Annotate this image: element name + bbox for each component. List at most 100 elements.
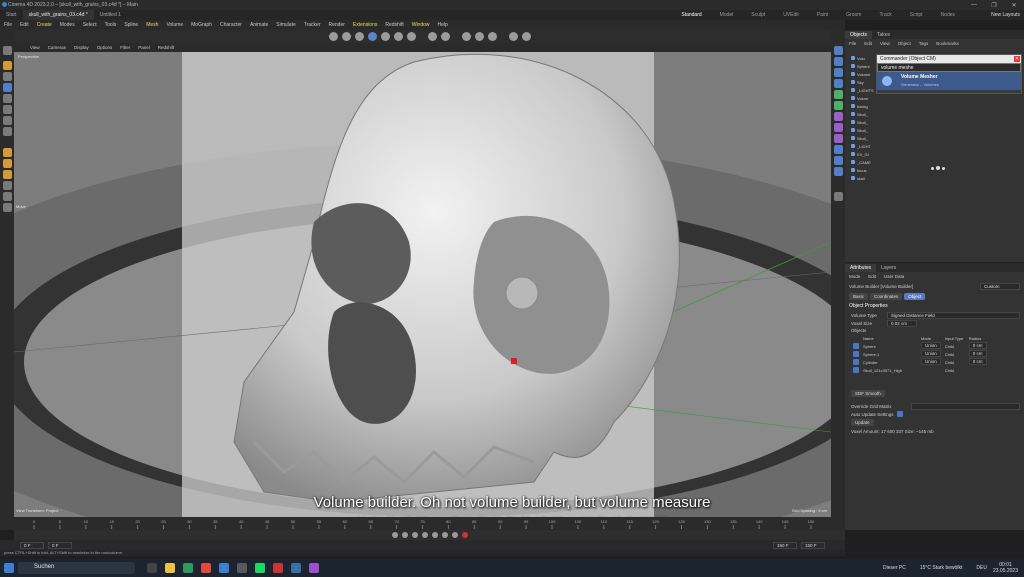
app-icon[interactable] (237, 563, 247, 573)
ipr-icon[interactable] (521, 32, 531, 41)
menu-create[interactable]: Create (33, 22, 56, 28)
tree-item[interactable]: _CAME (845, 160, 875, 168)
tree-item[interactable]: Skull_ (845, 112, 875, 120)
tree-item[interactable]: Sphere (845, 64, 875, 72)
axis-center-icon[interactable] (2, 127, 12, 136)
chrome-icon[interactable] (201, 563, 211, 573)
redo-icon[interactable] (341, 32, 351, 41)
clock[interactable]: 00:01 23.05.2023 (993, 562, 1018, 574)
viewport-menu-filter[interactable]: Filter (116, 45, 134, 50)
commander-result-volume-mesher[interactable]: Volume Mesher Generator – Volumes (877, 72, 1021, 90)
row-checkbox[interactable] (853, 359, 859, 365)
new-layouts-button[interactable]: New Layouts (991, 12, 1020, 18)
row-radius-field[interactable]: 0 cm (968, 342, 987, 349)
tree-item[interactable]: backg (845, 104, 875, 112)
tree-item[interactable]: Volum (845, 96, 875, 104)
tree-item[interactable]: Skull_ (845, 136, 875, 144)
object-mode-icon[interactable] (367, 32, 377, 41)
bend-icon[interactable] (833, 112, 843, 121)
go-to-end-icon[interactable] (451, 532, 458, 538)
attributes-menu-mode[interactable]: Mode (845, 274, 864, 279)
render-queue-icon[interactable] (487, 32, 497, 41)
menu-select[interactable]: Select (79, 22, 101, 28)
table-row[interactable]: Sphere.1 Union Child 0 cm (851, 350, 997, 358)
paint-brush-icon[interactable] (833, 192, 843, 201)
model-mode-icon[interactable] (354, 32, 364, 41)
search-icon[interactable] (2, 46, 12, 55)
commander-search-input[interactable]: volume meshe (877, 63, 1021, 72)
subtab-basic[interactable]: Basic (849, 292, 869, 300)
auto-update-checkbox[interactable] (896, 411, 903, 417)
row-checkbox[interactable] (853, 351, 859, 357)
row-radius-field[interactable]: 0 cm (968, 350, 987, 357)
text-icon[interactable] (833, 79, 843, 88)
menu-tools[interactable]: Tools (101, 22, 121, 28)
menu-volume[interactable]: Volume (162, 22, 187, 28)
menu-animate[interactable]: Animate (246, 22, 272, 28)
layout-sculpt[interactable]: Sculpt (742, 10, 774, 20)
tree-item[interactable]: _LIGHTS (845, 88, 875, 96)
record-icon[interactable] (461, 532, 468, 538)
menu-render[interactable]: Render (325, 22, 349, 28)
polygon-pen-icon[interactable] (2, 159, 12, 168)
cloner-icon[interactable] (833, 90, 843, 99)
subtab-object[interactable]: Object (904, 292, 926, 300)
spotify-icon[interactable] (255, 563, 265, 573)
layout-nodes[interactable]: Nodes (932, 10, 964, 20)
prev-key-icon[interactable] (401, 532, 408, 538)
current-frame-field[interactable]: 0 F (20, 541, 44, 549)
menu-modes[interactable]: Modes (56, 22, 79, 28)
cube-icon[interactable] (833, 46, 843, 55)
tree-item[interactable]: Sky (845, 80, 875, 88)
light-icon[interactable] (833, 167, 843, 176)
magnet-icon[interactable] (2, 181, 12, 190)
render-view-icon[interactable] (461, 32, 471, 41)
table-row[interactable]: Sphere Union Child 0 cm (851, 342, 997, 350)
tab-layers[interactable]: Layers (876, 264, 901, 272)
edges-mode-icon[interactable] (393, 32, 403, 41)
tree-item[interactable]: focus (845, 168, 875, 176)
go-to-start-icon[interactable] (391, 532, 398, 538)
attributes-menu-userdata[interactable]: User Data (880, 274, 908, 279)
layout-standard[interactable]: Standard (672, 10, 711, 21)
menu-simulate[interactable]: Simulate (272, 22, 299, 28)
tree-item[interactable]: Volu (845, 56, 875, 64)
viewport-menu-display[interactable]: Display (70, 45, 93, 50)
start-frame-field[interactable]: 0 F (48, 541, 72, 549)
viewport-menu-panel[interactable]: Panel (134, 45, 154, 50)
menu-mesh[interactable]: Mesh (142, 22, 162, 28)
weather-label[interactable]: 15°C Stark bewölkt (920, 565, 963, 571)
objects-menu-view[interactable]: View (876, 41, 894, 46)
tab-takes[interactable]: Takes (872, 31, 895, 39)
sdf-smooth-button[interactable]: SDF Smooth (851, 389, 885, 397)
render-settings-icon[interactable] (474, 32, 484, 41)
scene-icon[interactable] (833, 145, 843, 154)
objects-menu-bookmarks[interactable]: Bookmarks (932, 41, 963, 46)
play-icon[interactable] (421, 532, 428, 538)
objects-menu-file[interactable]: File (845, 41, 860, 46)
3d-viewport[interactable]: Perspective Move View Transform: Project… (14, 52, 831, 517)
next-key-icon[interactable] (441, 532, 448, 538)
undo-icon[interactable] (328, 32, 338, 41)
tab-attributes[interactable]: Attributes (845, 263, 877, 272)
commander-close-button[interactable]: ✕ (1014, 56, 1020, 62)
points-mode-icon[interactable] (380, 32, 390, 41)
tree-item[interactable]: Volume (845, 72, 875, 80)
voxel-size-field[interactable]: 0.02 cm (887, 319, 917, 327)
row-mode-dropdown[interactable]: Union (921, 342, 941, 349)
viewport-menu-options[interactable]: Options (93, 45, 117, 50)
viewport-menu-cameras[interactable]: Cameras (44, 45, 70, 50)
recorder-icon[interactable] (273, 563, 283, 573)
select-icon[interactable] (2, 72, 12, 81)
menu-help[interactable]: Help (434, 22, 452, 28)
viewport-menu-redshift[interactable]: Redshift (154, 45, 179, 50)
maximize-button[interactable]: ❐ (984, 2, 1004, 9)
axis-icon[interactable] (440, 32, 450, 41)
volume-icon[interactable] (833, 134, 843, 143)
snap-icon[interactable] (427, 32, 437, 41)
layout-model[interactable]: Model (711, 10, 743, 20)
viewport-menu-view[interactable]: View (26, 45, 44, 50)
menu-tracker[interactable]: Tracker (300, 22, 325, 28)
rotate-icon[interactable] (2, 94, 12, 103)
live-selection-icon[interactable] (2, 61, 12, 70)
